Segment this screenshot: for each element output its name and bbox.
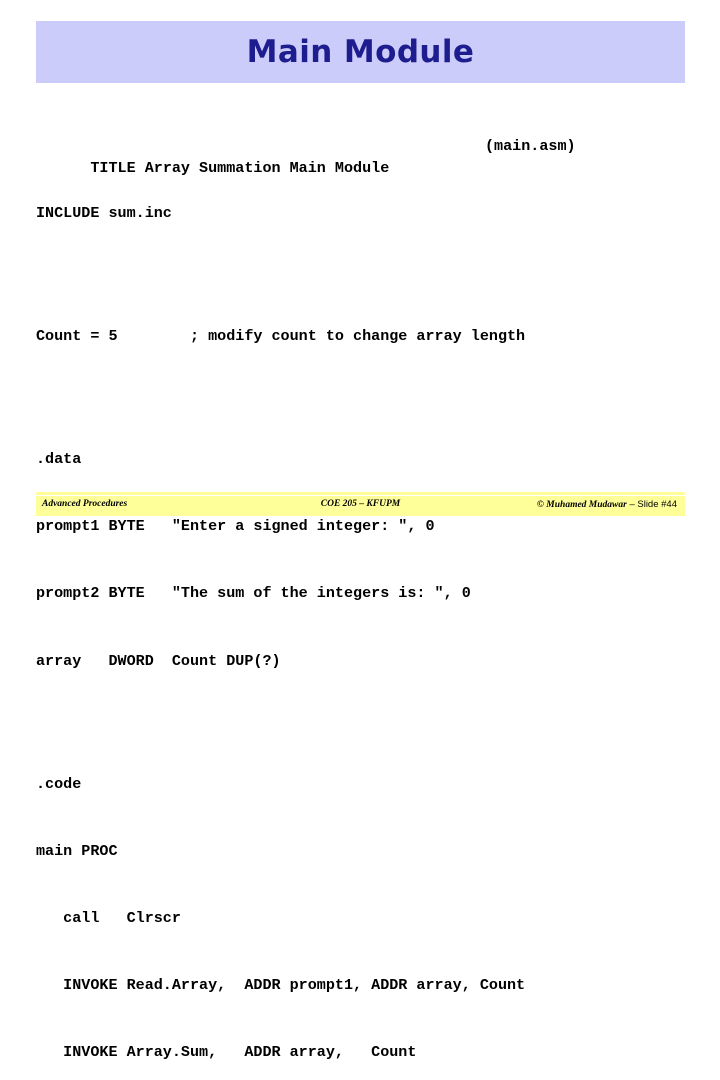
code-line-text: TITLE Array Summation Main Module [90, 159, 390, 178]
code-line: INCLUDE sum.inc [36, 204, 172, 223]
code-line: prompt1 BYTE "Enter a signed integer: ",… [36, 517, 435, 536]
code-line: array DWORD Count DUP(?) [36, 651, 281, 670]
footer-slide-number: – Slide #44 [626, 499, 677, 510]
code-line: INVOKE Array.Sum, ADDR array, Count [36, 1043, 417, 1062]
slide-canvas: Main Module TITLE Array Summation Main M… [0, 0, 720, 1061]
code-line: main PROC [36, 841, 118, 860]
code-line: prompt2 BYTE "The sum of the integers is… [36, 584, 471, 603]
footer-author: © Muhamed Mudawar [536, 500, 627, 510]
slide-footer: Advanced Procedures COE 205 – KFUPM © Mu… [36, 496, 685, 516]
footer-copyright: © Muhamed Mudawar – Slide #44 [537, 499, 677, 510]
code-line: Count = 5 ; modify count to change array… [36, 327, 526, 346]
code-line: INVOKE Read.Array, ADDR prompt1, ADDR ar… [36, 976, 526, 995]
page-title: Main Module [246, 34, 475, 70]
slide-title-bar: Main Module [36, 21, 685, 83]
code-line: .data [36, 450, 82, 469]
code-line: .code [36, 774, 82, 793]
code-line-title: TITLE Array Summation Main Module (main.… [36, 135, 696, 177]
source-file-annotation: (main.asm) [485, 136, 576, 155]
footer-divider [36, 492, 685, 495]
code-line: call Clrscr [36, 909, 181, 928]
code-listing: TITLE Array Summation Main Module (main.… [36, 90, 696, 1080]
